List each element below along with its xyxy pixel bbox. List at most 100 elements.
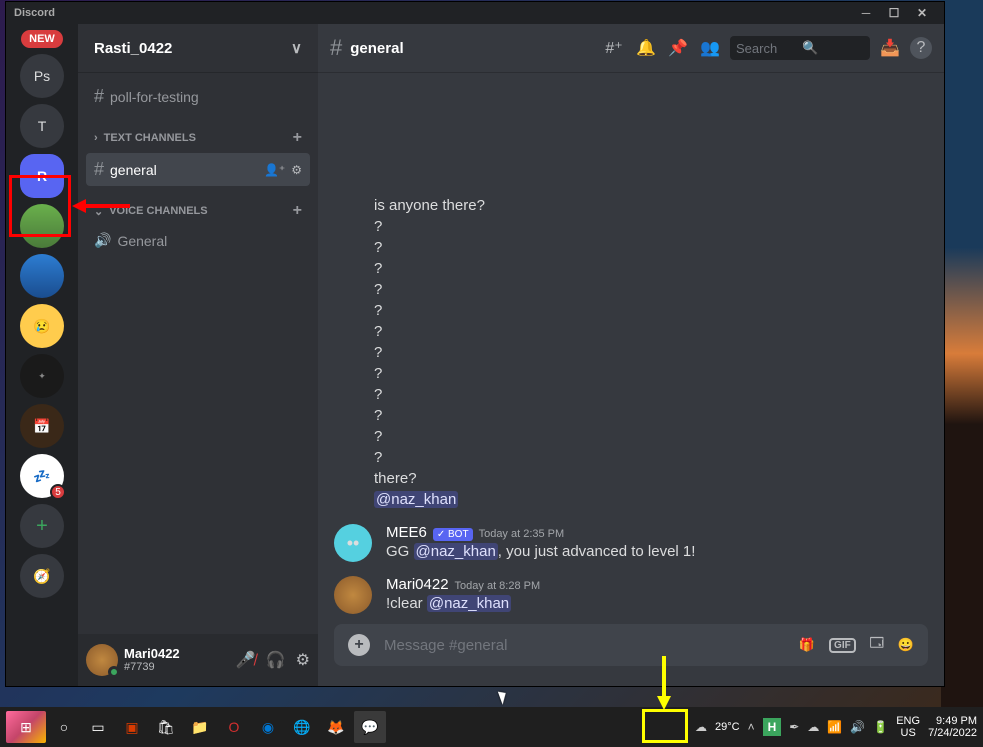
close-button[interactable]: ✕	[908, 6, 936, 20]
mention[interactable]: @naz_khan	[374, 491, 458, 508]
date: 7/24/2022	[928, 727, 977, 739]
message-line: ?	[374, 300, 928, 321]
mute-icon[interactable]: 🎤̸	[236, 650, 256, 670]
category-text-channels[interactable]: › TEXT CHANNELS +	[86, 123, 310, 153]
channel-label: general	[110, 162, 157, 178]
server-emoji-cry[interactable]: 😢	[20, 304, 64, 348]
server-t[interactable]: T	[20, 104, 64, 148]
gif-icon[interactable]: GIF	[829, 638, 856, 653]
message-line: ?	[374, 258, 928, 279]
chrome-icon[interactable]: 🌐	[286, 711, 318, 743]
tray-h-icon[interactable]: H	[763, 718, 782, 736]
message-group: Mari0422 Today at 8:28 PM !clear @naz_kh…	[334, 576, 928, 614]
chat-area: # general #⁺ 🔔 📌 👥 Search 🔍 📥 ? is anyon…	[318, 24, 944, 686]
channel-general[interactable]: # general 👤⁺ ⚙	[86, 153, 310, 186]
explore-servers-button[interactable]: 🧭	[20, 554, 64, 598]
channel-title: general	[350, 40, 403, 57]
category-voice-channels[interactable]: ⌄ VOICE CHANNELS +	[86, 196, 310, 226]
settings-icon[interactable]: ⚙	[296, 650, 310, 670]
sticker-icon[interactable]: 🗔	[870, 634, 884, 656]
search-placeholder: Search	[736, 41, 798, 56]
server-img2[interactable]	[20, 254, 64, 298]
add-server-button[interactable]: +	[20, 504, 64, 548]
search-icon: 🔍	[802, 40, 864, 56]
feather-icon[interactable]: ✒	[789, 720, 799, 734]
help-icon[interactable]: ?	[910, 37, 932, 59]
weather-icon[interactable]: ☁	[695, 720, 707, 734]
office-icon[interactable]: ▣	[116, 711, 148, 743]
mention[interactable]: @naz_khan	[414, 543, 498, 560]
channel-poll[interactable]: # poll-for-testing	[86, 80, 310, 113]
edge-icon[interactable]: ◉	[252, 711, 284, 743]
search-input[interactable]: Search 🔍	[730, 36, 870, 60]
temperature[interactable]: 29°C	[715, 721, 740, 733]
wifi-icon[interactable]: 📶	[827, 720, 842, 734]
message-line: ?	[374, 279, 928, 300]
task-view-button[interactable]: ▭	[82, 711, 114, 743]
firefox-icon[interactable]: 🦊	[320, 711, 352, 743]
chat-header: # general #⁺ 🔔 📌 👥 Search 🔍 📥 ?	[318, 24, 944, 72]
author-name[interactable]: MEE6	[386, 524, 427, 541]
server-r-selected[interactable]: R	[20, 154, 64, 198]
message-list[interactable]: is anyone there? ? ? ? ? ? ? ? ? ? ? ? ?…	[318, 72, 944, 624]
message-line: ?	[374, 384, 928, 405]
user-name[interactable]: Mari0422	[124, 647, 180, 661]
add-channel-icon[interactable]: +	[293, 129, 302, 147]
server-dark1[interactable]: ✦	[20, 354, 64, 398]
server-pink[interactable]: 💤5	[20, 454, 64, 498]
hash-icon: #	[94, 86, 104, 107]
pinned-icon[interactable]: 📌	[666, 38, 690, 58]
message-line: ?	[374, 342, 928, 363]
message-line: ?	[374, 321, 928, 342]
author-name[interactable]: Mari0422	[386, 576, 449, 593]
onedrive-icon[interactable]: ☁	[807, 720, 819, 734]
maximize-button[interactable]: ☐	[880, 6, 908, 20]
explorer-icon[interactable]: 📁	[184, 711, 216, 743]
minimize-button[interactable]: ─	[852, 6, 880, 20]
chevron-down-icon: ⌄	[94, 205, 103, 218]
threads-icon[interactable]: #⁺	[602, 38, 626, 58]
members-icon[interactable]: 👥	[698, 38, 722, 58]
message-line: ?	[374, 237, 928, 258]
taskbar[interactable]: ⊞ ○ ▭ ▣ 🛍 📁 O ◉ 🌐 🦊 💬 ☁ 29°C ˄ H ✒ ☁ 📶 🔊…	[0, 707, 983, 747]
lang-eng[interactable]: ENG	[896, 715, 920, 727]
speaker-icon: 🔊	[94, 232, 111, 249]
battery-icon[interactable]: 🔋	[873, 720, 888, 734]
clock[interactable]: 9:49 PM 7/24/2022	[928, 715, 977, 739]
opera-icon[interactable]: O	[218, 711, 250, 743]
avatar-mee6[interactable]: ••	[334, 524, 372, 562]
avatar-mari[interactable]	[334, 576, 372, 614]
message-composer[interactable]: + Message #general 🎁 GIF 🗔 😀	[334, 624, 928, 666]
tray-chevron[interactable]: ˄	[748, 720, 755, 734]
mention[interactable]: @naz_khan	[427, 595, 511, 612]
add-voice-channel-icon[interactable]: +	[293, 202, 302, 220]
volume-icon[interactable]: 🔊	[850, 720, 865, 734]
voice-channel-general[interactable]: 🔊 General	[86, 226, 310, 255]
message-line: ?	[374, 363, 928, 384]
avatar[interactable]	[86, 644, 118, 676]
server-ps[interactable]: Ps	[20, 54, 64, 98]
start-button[interactable]: ⊞	[6, 711, 46, 743]
new-badge[interactable]: NEW	[21, 30, 63, 48]
discord-window: Discord ─ ☐ ✕ NEW Ps T R 😢 ✦ 📅 💤5 + 🧭 Ra…	[6, 2, 944, 686]
message-text: !clear @naz_khan	[386, 593, 928, 614]
message-line: ?	[374, 426, 928, 447]
gear-icon[interactable]: ⚙	[291, 163, 302, 177]
category-label: VOICE CHANNELS	[109, 205, 207, 217]
titlebar[interactable]: Discord ─ ☐ ✕	[6, 2, 944, 24]
store-icon[interactable]: 🛍	[150, 711, 182, 743]
emoji-icon[interactable]: 😀	[898, 637, 914, 653]
notifications-icon[interactable]: 🔔	[634, 38, 658, 58]
channel-sidebar: Rasti_0422 ∨ # poll-for-testing › TEXT C…	[78, 24, 318, 686]
discord-taskbar-icon[interactable]: 💬	[354, 711, 386, 743]
server-list: NEW Ps T R 😢 ✦ 📅 💤5 + 🧭	[6, 24, 78, 686]
server-img1[interactable]	[20, 204, 64, 248]
attach-icon[interactable]: +	[348, 634, 370, 656]
inbox-icon[interactable]: 📥	[878, 38, 902, 58]
deafen-icon[interactable]: 🎧	[266, 650, 286, 670]
search-button[interactable]: ○	[48, 711, 80, 743]
server-dark2[interactable]: 📅	[20, 404, 64, 448]
gift-icon[interactable]: 🎁	[799, 637, 815, 653]
server-name-header[interactable]: Rasti_0422 ∨	[78, 24, 318, 72]
invite-icon[interactable]: 👤⁺	[264, 163, 285, 177]
